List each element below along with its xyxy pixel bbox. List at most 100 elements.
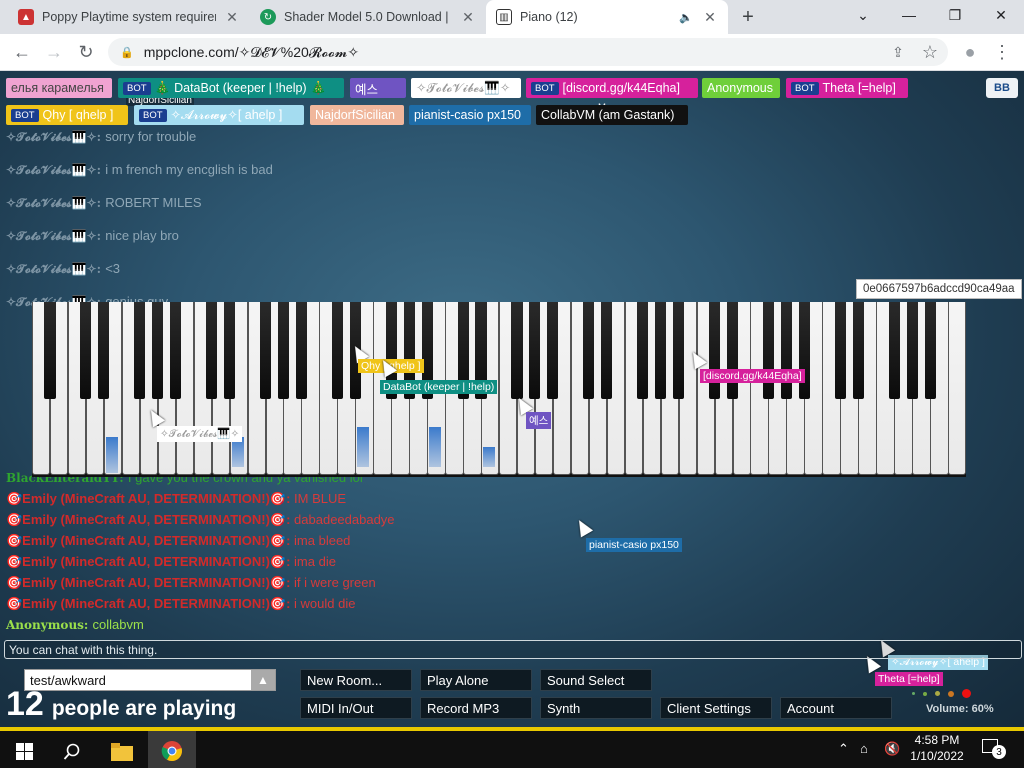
participant-row2-4[interactable]: pianist-casio px150: [409, 105, 531, 125]
tab-audio-icon[interactable]: 🔈: [678, 11, 694, 24]
tab-poppy-playtime[interactable]: ▲ Poppy Playtime system requirem ✕: [8, 0, 250, 34]
clock[interactable]: 4:58 PM 1/10/2022: [904, 732, 970, 764]
show-hidden-icons-icon[interactable]: ⌃: [838, 741, 849, 757]
black-key[interactable]: [134, 302, 146, 399]
black-key[interactable]: [44, 302, 56, 399]
windows-start-icon[interactable]: [0, 731, 48, 768]
toggle-button[interactable]: BB: [986, 78, 1018, 98]
tab-shader-model[interactable]: ↻ Shader Model 5.0 Download | Pe ✕: [250, 0, 486, 34]
black-key[interactable]: [780, 302, 792, 399]
piano-keyboard[interactable]: [32, 302, 967, 477]
browser-menu-icon[interactable]: ⋮: [988, 38, 1016, 66]
url-field[interactable]: 🔒 mppclone.com/✧𝓓𝓔𝓥%20𝓡𝓸𝓸𝓶✧: [108, 38, 948, 66]
participant-row2-5[interactable]: CollabVM (am Gastank): [536, 105, 688, 125]
clock-date: 1/10/2022: [910, 749, 964, 763]
speaker-muted-icon[interactable]: 🔇: [884, 741, 900, 757]
forward-icon[interactable]: →: [40, 38, 68, 66]
network-icon[interactable]: ⌂: [860, 741, 868, 756]
black-key[interactable]: [673, 302, 685, 399]
chrome-icon[interactable]: [148, 731, 196, 768]
participant-row2-2[interactable]: BOT ✧𝓐𝓻𝓻𝓸𝔀𝔂✧[ ahelp ]: [134, 105, 304, 125]
client-settings-button[interactable]: Client Settings: [660, 697, 772, 719]
participant-7[interactable]: BOT Theta [=help]: [786, 78, 908, 98]
synth-button[interactable]: Synth: [540, 697, 652, 719]
black-key[interactable]: [331, 302, 343, 399]
notification-center-icon[interactable]: 3: [982, 739, 1006, 759]
black-key[interactable]: [80, 302, 92, 399]
bot-badge: BOT: [123, 81, 151, 95]
close-tab-icon[interactable]: ✕: [224, 9, 240, 26]
tab-search-icon[interactable]: ⌄: [840, 0, 886, 30]
room-dropdown-icon[interactable]: ▲: [251, 670, 275, 690]
window-close-icon[interactable]: ✕: [978, 0, 1024, 30]
chat-nick: ✧𝓣𝓸𝓽𝓸𝓥𝓲𝓫𝓮𝓼🎹✧:: [6, 196, 106, 210]
sound-select-button[interactable]: Sound Select: [540, 669, 652, 691]
black-key[interactable]: [798, 302, 810, 399]
black-key[interactable]: [708, 302, 721, 399]
chat-nick: 🎯Emily (MineCraft AU, DETERMINATION!)🎯:: [6, 554, 295, 569]
black-key[interactable]: [852, 302, 864, 399]
participant-6[interactable]: Anonymous: [702, 78, 780, 98]
tab-title: Shader Model 5.0 Download | Pe: [284, 10, 452, 24]
black-key[interactable]: [726, 302, 739, 399]
restore-icon[interactable]: ❐: [932, 0, 978, 30]
chat-input[interactable]: You can chat with this thing.: [4, 640, 1022, 659]
tab-piano[interactable]: ▥ Piano (12) 🔈 ✕: [486, 0, 728, 34]
participant-row2-1[interactable]: BOT Qhy [ qhelp ]: [6, 105, 128, 125]
black-key[interactable]: [906, 302, 918, 399]
black-key[interactable]: [170, 302, 182, 399]
search-icon[interactable]: [48, 731, 96, 768]
black-key[interactable]: [277, 302, 290, 399]
participant-name: pianist-casio px150: [414, 108, 522, 122]
play-alone-button[interactable]: Play Alone: [420, 669, 532, 691]
bookmark-star-icon[interactable]: ☆: [916, 38, 944, 66]
black-key[interactable]: [547, 302, 559, 399]
black-key[interactable]: [762, 302, 774, 399]
back-icon[interactable]: ←: [8, 38, 36, 66]
cursor-arrow-icon: [572, 516, 594, 538]
close-tab-icon[interactable]: ✕: [702, 9, 718, 26]
participant-1[interactable]: елья карамелья: [6, 78, 112, 98]
black-key[interactable]: [888, 302, 900, 399]
close-tab-icon[interactable]: ✕: [460, 9, 476, 26]
volume-label[interactable]: Volume: 60%: [926, 703, 994, 715]
reload-icon[interactable]: ↻: [72, 38, 100, 66]
piano-favicon-icon: ▥: [496, 9, 512, 25]
participant-5[interactable]: BOT [discord.gg/k44Eqha]: [526, 78, 698, 98]
black-key[interactable]: [655, 302, 667, 399]
black-key[interactable]: [224, 302, 236, 399]
black-key[interactable]: [924, 302, 936, 399]
new-room-button[interactable]: New Room...: [300, 669, 412, 691]
share-icon[interactable]: ⇪: [884, 38, 912, 66]
record-mp3-button[interactable]: Record MP3: [420, 697, 532, 719]
black-key[interactable]: [259, 302, 272, 399]
black-key[interactable]: [583, 302, 595, 399]
black-key[interactable]: [152, 302, 164, 399]
black-key[interactable]: [637, 302, 649, 399]
participant-name: CollabVM (am Gastank): [541, 108, 675, 122]
chat-nick: 🎯Emily (MineCraft AU, DETERMINATION!)🎯:: [6, 491, 295, 506]
profile-icon[interactable]: ●: [956, 38, 984, 66]
black-key[interactable]: [511, 302, 523, 399]
black-key[interactable]: [98, 302, 110, 399]
black-key[interactable]: [206, 302, 218, 399]
black-key[interactable]: [295, 302, 307, 399]
black-key[interactable]: [529, 302, 541, 399]
white-key[interactable]: [948, 302, 967, 475]
participant-2[interactable]: BOT 🎄 DataBot (keeper | !help) 🎄: [118, 78, 344, 98]
new-tab-button[interactable]: +: [734, 0, 762, 34]
chat-text: <3: [105, 261, 121, 276]
midi-in-out-button[interactable]: MIDI In/Out: [300, 697, 412, 719]
participant-name: NajdorfSicilian: [315, 108, 395, 122]
participant-4[interactable]: ✧𝓣𝓸𝓽𝓸𝓥𝓲𝓫𝓮𝓼🎹✧: [411, 78, 521, 98]
chat-message: 🎯Emily (MineCraft AU, DETERMINATION!)🎯: …: [6, 596, 355, 612]
black-key[interactable]: [834, 302, 846, 399]
lock-icon: 🔒: [120, 46, 134, 59]
participant-3[interactable]: 예스: [350, 78, 406, 98]
minimize-icon[interactable]: —: [886, 0, 932, 30]
account-button[interactable]: Account: [780, 697, 892, 719]
black-key[interactable]: [601, 302, 613, 399]
participant-row2-3[interactable]: NajdorfSicilian: [310, 105, 404, 125]
chat-nick: ✧𝓣𝓸𝓽𝓸𝓥𝓲𝓫𝓮𝓼🎹✧:: [6, 262, 106, 276]
file-explorer-icon[interactable]: [98, 731, 146, 768]
